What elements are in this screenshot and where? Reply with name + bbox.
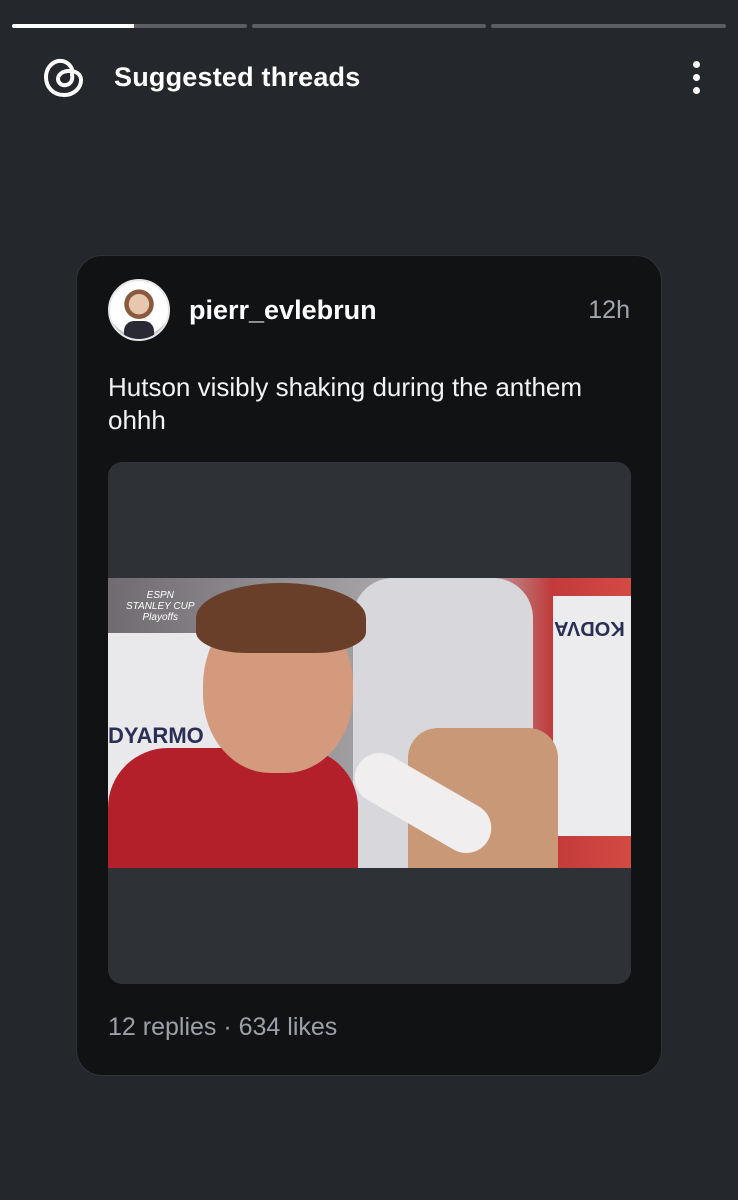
more-vertical-icon-dot xyxy=(692,73,700,81)
progress-segment xyxy=(251,24,487,28)
video-thumbnail[interactable]: DYARMO KODVA ESPN STANLEY CUP Playoffs xyxy=(108,578,631,868)
more-vertical-icon-dot xyxy=(692,86,700,94)
progress-fill xyxy=(12,24,135,28)
page-title: Suggested threads xyxy=(114,61,361,92)
post-time: 12h xyxy=(588,295,630,324)
more-vertical-icon xyxy=(692,60,700,68)
username[interactable]: pierr_evlebrun xyxy=(189,295,377,326)
story-progress xyxy=(12,24,727,28)
thread-card[interactable]: pierr_evlebrun 12h Hutson visibly shakin… xyxy=(76,255,662,1076)
post-stats[interactable]: 12 replies · 634 likes xyxy=(108,1013,337,1042)
rink-banner-left-text: DYARMO xyxy=(108,723,204,748)
broadcast-logo-line: ESPN xyxy=(146,590,174,601)
post-media[interactable]: DYARMO KODVA ESPN STANLEY CUP Playoffs xyxy=(108,462,631,984)
post-text: Hutson visibly shaking during the anthem… xyxy=(108,372,583,435)
threads-logo-icon[interactable] xyxy=(42,55,86,99)
rink-banner-right: KODVA xyxy=(553,596,631,836)
more-options-button[interactable] xyxy=(684,53,708,101)
player-jersey xyxy=(108,748,358,868)
rink-banner-right-text: KODVA xyxy=(554,617,625,639)
story-header: Suggested threads xyxy=(42,50,708,104)
broadcast-logo: ESPN STANLEY CUP Playoffs xyxy=(126,590,195,623)
progress-segment xyxy=(491,24,727,28)
broadcast-logo-line: STANLEY CUP xyxy=(126,601,195,612)
progress-segment xyxy=(12,24,247,28)
avatar[interactable] xyxy=(108,279,170,341)
post-header: pierr_evlebrun 12h xyxy=(108,278,630,342)
player-hair xyxy=(196,583,366,653)
broadcast-logo-line: Playoffs xyxy=(142,612,179,623)
story-screen: Suggested threads pierr_evlebrun 12h Hut… xyxy=(0,0,738,1200)
